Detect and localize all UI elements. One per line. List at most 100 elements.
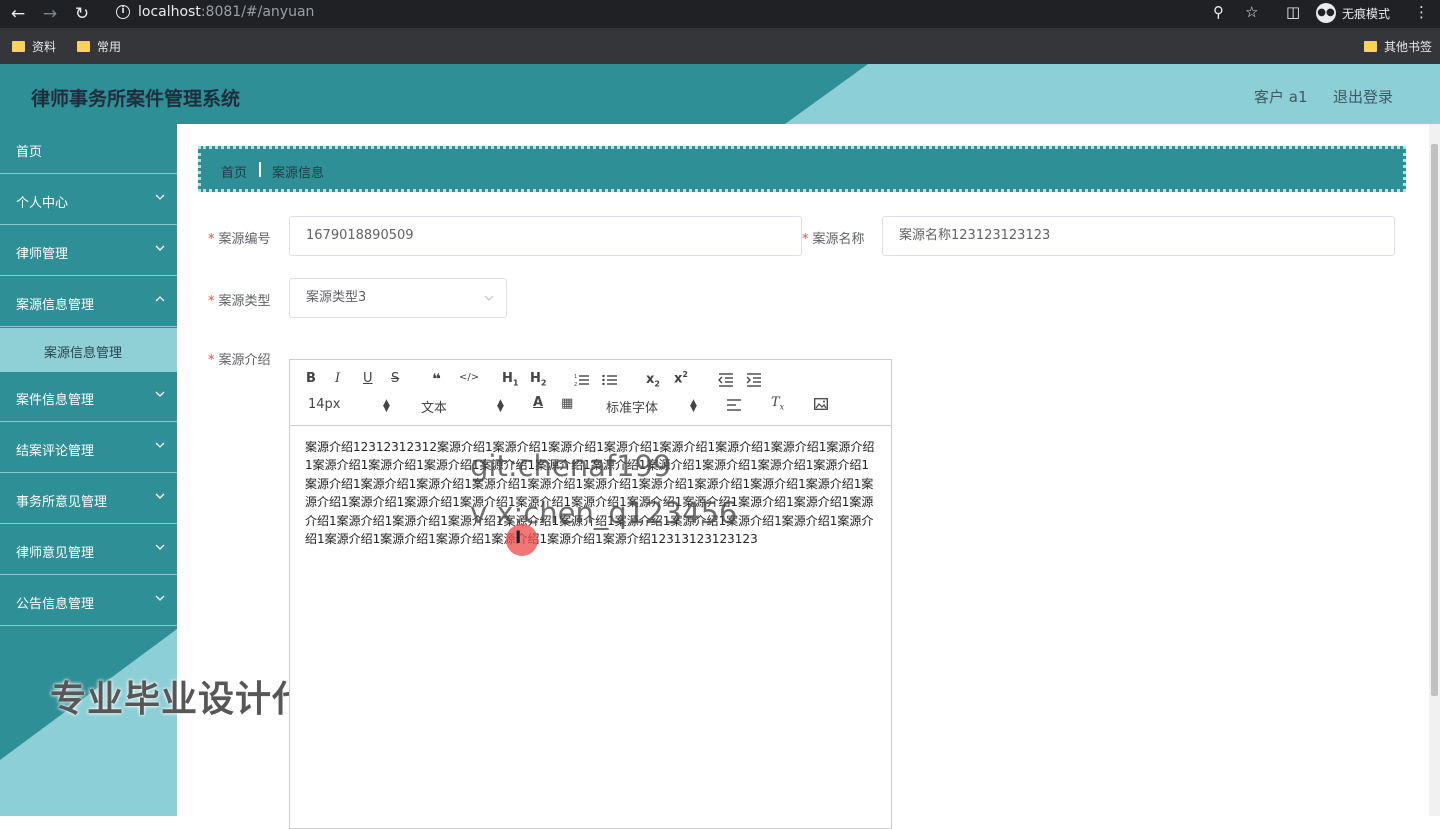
sidebar-item-label: 公告信息管理 xyxy=(16,597,95,612)
bookmark-label: 资料 xyxy=(32,40,57,54)
address-bar[interactable]: i localhost:8081/#/anyuan xyxy=(104,1,1272,25)
outdent-icon[interactable] xyxy=(718,373,734,387)
case-name-input[interactable]: 案源名称123123123123 xyxy=(882,216,1395,256)
bullet-list-icon[interactable] xyxy=(602,373,618,387)
incognito-icon: ●● xyxy=(1316,3,1336,23)
forward-icon[interactable]: → xyxy=(40,4,60,24)
header2-icon[interactable]: H2 xyxy=(530,371,546,388)
reload-icon[interactable]: ↻ xyxy=(72,4,92,24)
chevron-down-icon xyxy=(155,245,165,251)
rich-text-editor[interactable]: B I U S ❝ </> H1 H2 12 x2 x2 14px ▲ ▼ 文本… xyxy=(289,359,892,829)
chevron-down-icon xyxy=(155,391,165,397)
app-header: 律师事务所案件管理系统 客户 a1 退出登录 xyxy=(0,64,1440,124)
picker-arrows-icon: ▼ xyxy=(497,404,504,414)
subscript-icon[interactable]: x2 xyxy=(646,372,660,389)
sidepanel-icon[interactable]: ◫ xyxy=(1286,3,1300,21)
logout-button[interactable]: 退出登录 xyxy=(1333,86,1393,107)
header1-icon[interactable]: H1 xyxy=(502,371,518,388)
picker-arrows-icon: ▼ xyxy=(383,404,390,414)
background-color-icon[interactable]: ▦ xyxy=(561,396,573,411)
ordered-list-icon[interactable]: 12 xyxy=(574,373,590,387)
breadcrumb-separator xyxy=(259,162,261,177)
scrollbar-thumb[interactable] xyxy=(1431,144,1438,696)
breadcrumb: 首页 案源信息 xyxy=(198,146,1406,192)
sidebar-item-label: 个人中心 xyxy=(16,196,69,211)
page-scrollbar[interactable] xyxy=(1429,124,1440,816)
watermark-line: v x:chen_q123456 xyxy=(470,496,738,530)
editor-toolbar: B I U S ❝ </> H1 H2 12 x2 x2 14px ▲ ▼ 文本… xyxy=(290,360,891,426)
svg-text:1: 1 xyxy=(574,374,577,380)
sidebar-item-label: 律师意见管理 xyxy=(16,546,95,561)
browser-toolbar: ← → ↻ i localhost:8081/#/anyuan ⚲ ☆ ◫ ●●… xyxy=(0,0,1440,28)
incognito-label: 无痕模式 xyxy=(1342,6,1391,21)
sidebar-item-personal[interactable]: 个人中心 xyxy=(0,175,177,225)
case-name-label: * 案源名称 xyxy=(802,232,865,247)
sidebar-item-home[interactable]: 首页 xyxy=(0,124,177,174)
sidebar-item-label: 案件信息管理 xyxy=(16,393,95,408)
sidebar-item-firm-feedback[interactable]: 事务所意见管理 xyxy=(0,474,177,524)
code-block-icon[interactable]: </> xyxy=(459,372,479,383)
font-family-picker[interactable]: 标准字体 ▲ ▼ xyxy=(606,397,697,416)
sidebar-item-case-sources[interactable]: 案源信息管理 xyxy=(0,277,177,327)
url-text[interactable]: localhost:8081/#/anyuan xyxy=(138,4,314,20)
sidebar-subitem-case-sources[interactable]: 案源信息管理 xyxy=(0,328,177,372)
menu-dots-icon[interactable]: ⋮ xyxy=(1414,3,1429,21)
sidebar-item-label: 首页 xyxy=(16,145,43,160)
bold-icon[interactable]: B xyxy=(306,371,316,386)
case-type-select[interactable]: 案源类型3 xyxy=(289,278,507,318)
case-type-label: * 案源类型 xyxy=(208,294,271,309)
sidebar-item-cases[interactable]: 案件信息管理 xyxy=(0,372,177,422)
bookmark-folder[interactable]: 资料 xyxy=(12,38,56,55)
chevron-down-icon xyxy=(155,442,165,448)
folder-icon xyxy=(12,41,25,52)
chevron-up-icon xyxy=(155,296,165,302)
clear-format-icon[interactable]: Tx xyxy=(771,395,784,412)
sidebar-subitem-label: 案源信息管理 xyxy=(44,346,123,361)
folder-icon xyxy=(77,41,90,52)
back-icon[interactable]: ← xyxy=(8,4,28,24)
image-icon[interactable] xyxy=(814,398,828,410)
breadcrumb-current: 案源信息 xyxy=(272,166,325,181)
star-icon[interactable]: ☆ xyxy=(1245,3,1258,21)
superscript-icon[interactable]: x2 xyxy=(674,370,688,386)
sidebar-item-label: 结案评论管理 xyxy=(16,444,95,459)
font-size-picker[interactable]: 14px ▲ ▼ xyxy=(308,397,390,414)
case-type-value: 案源类型3 xyxy=(306,290,367,305)
bookmark-label: 常用 xyxy=(97,40,122,54)
sidebar-item-closing-reviews[interactable]: 结案评论管理 xyxy=(0,423,177,473)
sidebar-item-lawyer-feedback[interactable]: 律师意见管理 xyxy=(0,525,177,575)
required-star: * xyxy=(208,232,215,247)
align-icon[interactable] xyxy=(727,399,741,411)
sidebar-item-lawyers[interactable]: 律师管理 xyxy=(0,226,177,276)
chevron-down-icon xyxy=(155,595,165,601)
case-intro-label: * 案源介绍 xyxy=(208,353,271,368)
text-cursor-icon: I xyxy=(515,528,522,548)
blockquote-icon[interactable]: ❝ xyxy=(432,370,441,388)
required-star: * xyxy=(802,232,809,247)
chevron-down-icon xyxy=(155,194,165,200)
chevron-down-icon xyxy=(155,544,165,550)
folder-icon xyxy=(1364,41,1377,52)
case-code-input[interactable]: 1679018890509 xyxy=(289,216,802,256)
sidebar-item-label: 律师管理 xyxy=(16,247,69,262)
underline-icon[interactable]: U xyxy=(363,371,373,386)
key-icon[interactable]: ⚲ xyxy=(1213,3,1224,21)
required-star: * xyxy=(208,294,215,309)
incognito-indicator[interactable]: ●● 无痕模式 xyxy=(1316,3,1390,23)
watermark-line: git:chenaf199 xyxy=(470,449,672,483)
app-title: 律师事务所案件管理系统 xyxy=(31,88,241,110)
svg-text:2: 2 xyxy=(574,382,577,387)
sidebar-item-announcements[interactable]: 公告信息管理 xyxy=(0,576,177,626)
site-info-icon[interactable]: i xyxy=(116,5,130,19)
indent-icon[interactable] xyxy=(746,373,762,387)
chevron-down-icon xyxy=(484,295,494,301)
other-bookmarks[interactable]: 其他书签 xyxy=(1364,38,1432,55)
italic-icon[interactable]: I xyxy=(335,371,340,386)
font-color-icon[interactable]: A xyxy=(533,395,543,410)
header-picker[interactable]: 文本 ▲ ▼ xyxy=(421,397,504,416)
sidebar-item-label: 事务所意见管理 xyxy=(16,495,108,510)
cursor-highlight xyxy=(506,524,538,556)
bookmark-folder[interactable]: 常用 xyxy=(77,38,121,55)
breadcrumb-home[interactable]: 首页 xyxy=(221,162,247,181)
strike-icon[interactable]: S xyxy=(391,371,399,386)
